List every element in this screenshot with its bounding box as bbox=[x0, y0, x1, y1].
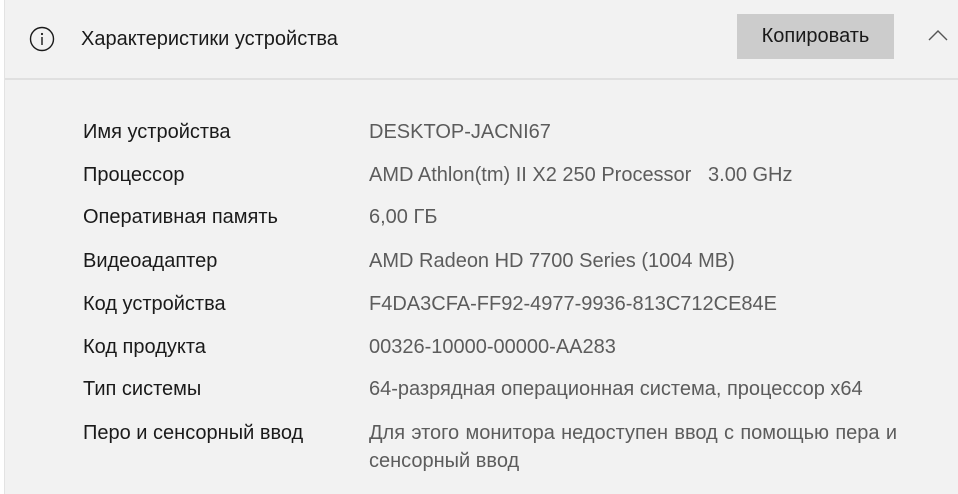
spec-value: 00326-10000-00000-AA283 bbox=[369, 336, 616, 358]
spec-label: Перо и сенсорный ввод bbox=[83, 422, 304, 444]
spec-value: 6,00 ГБ bbox=[369, 206, 438, 228]
spec-label: Имя устройства bbox=[83, 121, 231, 143]
spec-value: DESKTOP-JACNI67 bbox=[369, 121, 551, 143]
spec-value: F4DA3CFA-FF92-4977-9936-813C712CE84E bbox=[369, 293, 777, 315]
spec-value: AMD Radeon HD 7700 Series (1004 MB) bbox=[369, 250, 735, 272]
chevron-up-icon[interactable] bbox=[927, 28, 949, 42]
spec-label: Код устройства bbox=[83, 293, 226, 315]
info-icon bbox=[29, 26, 55, 52]
spec-value: 64-разрядная операционная система, проце… bbox=[369, 378, 863, 400]
spec-label: Тип системы bbox=[83, 378, 202, 400]
spec-value: Для этого монитора недоступен ввод с пом… bbox=[369, 422, 897, 472]
section-title: Характеристики устройства bbox=[81, 28, 338, 50]
device-specifications-panel: Характеристики устройства Копировать Имя… bbox=[4, 0, 958, 494]
copy-button[interactable]: Копировать bbox=[737, 14, 894, 59]
spec-label: Процессор bbox=[83, 164, 185, 186]
device-specifications-header[interactable]: Характеристики устройства Копировать bbox=[5, 0, 958, 80]
spec-label: Видеоадаптер bbox=[83, 250, 218, 272]
spec-value: AMD Athlon(tm) II X2 250 Processor 3.00 … bbox=[369, 164, 793, 186]
spec-label: Оперативная память bbox=[83, 206, 278, 228]
spec-label: Код продукта bbox=[83, 336, 206, 358]
